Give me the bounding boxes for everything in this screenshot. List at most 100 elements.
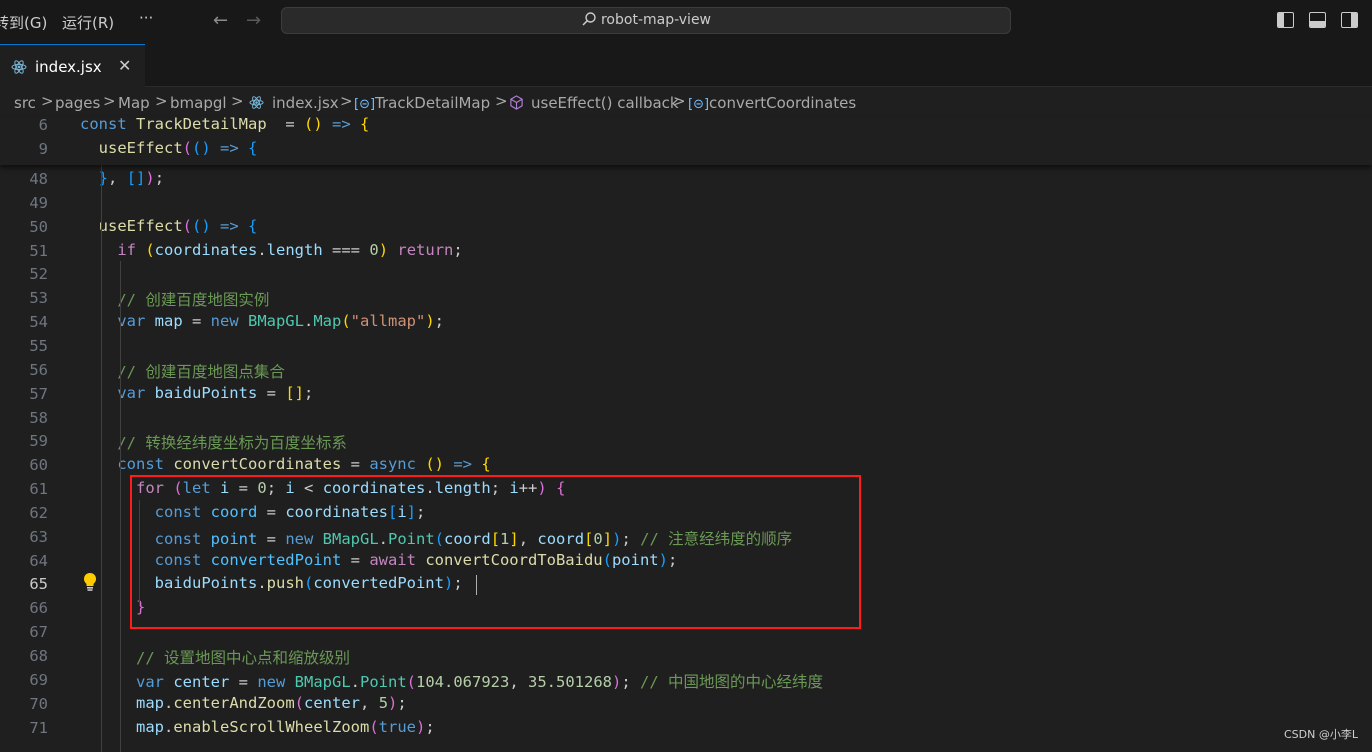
code-line[interactable]: 53 // 创建百度地图实例: [0, 287, 1372, 311]
line-number: 49: [0, 194, 48, 212]
react-file-icon: [11, 59, 27, 75]
code-text: // 创建百度地图点集合: [80, 360, 285, 382]
line-number: 6: [0, 116, 48, 134]
chevron-right-icon: >: [103, 92, 116, 110]
annotation-highlight-box: [130, 475, 861, 629]
tab-label: index.jsx: [35, 58, 102, 76]
line-number: 66: [0, 599, 48, 617]
line-number: 53: [0, 289, 48, 307]
breadcrumb-item-index-jsx[interactable]: index.jsx: [272, 94, 339, 112]
editor-tab-bar: index.jsx ✕: [0, 44, 1372, 87]
method-cube-icon: [509, 95, 524, 110]
code-text: const TrackDetailMap = () => {: [80, 115, 369, 133]
line-number: 52: [0, 265, 48, 283]
watermark: CSDN @小李L: [1284, 726, 1358, 742]
code-line[interactable]: 55: [0, 335, 1372, 359]
breadcrumb-item-trackdetailmap[interactable]: [⊝]TrackDetailMap: [354, 94, 490, 112]
line-number: 56: [0, 361, 48, 379]
line-number: 71: [0, 719, 48, 737]
chevron-right-icon: >: [41, 92, 54, 110]
code-text: useEffect(() => {: [80, 139, 257, 157]
chevron-right-icon: >: [231, 92, 244, 110]
toggle-panel-icon[interactable]: [1309, 12, 1326, 28]
code-text: var center = new BMapGL.Point(104.067923…: [80, 670, 823, 692]
arrow-left-icon[interactable]: ←: [213, 10, 228, 31]
breadcrumb: src > pages > Map > bmapgl > index.jsx >…: [0, 87, 1372, 117]
code-editor[interactable]: 6 const TrackDetailMap = () => { 9 useEffe…: [0, 117, 1372, 752]
code-text: // 创建百度地图实例: [80, 288, 269, 310]
code-line[interactable]: 57 var baiduPoints = [];: [0, 383, 1372, 407]
indent-guide: [120, 261, 121, 752]
lightbulb-icon[interactable]: [82, 572, 98, 592]
line-number: 57: [0, 385, 48, 403]
line-number: 48: [0, 170, 48, 188]
line-number: 68: [0, 647, 48, 665]
menu-go[interactable]: 转到(G): [0, 12, 47, 33]
code-line[interactable]: 68 // 设置地图中心点和缩放级别: [0, 645, 1372, 669]
code-text: }, []);: [80, 169, 164, 187]
code-line[interactable]: 49: [0, 192, 1372, 216]
toggle-secondary-sidebar-icon[interactable]: [1341, 12, 1358, 28]
line-number: 50: [0, 218, 48, 236]
line-number: 70: [0, 695, 48, 713]
chevron-right-icon: >: [495, 92, 508, 110]
code-line[interactable]: 56 // 创建百度地图点集合: [0, 359, 1372, 383]
code-text: if (coordinates.length === 0) return;: [80, 241, 463, 259]
line-number: 51: [0, 242, 48, 260]
search-icon: [581, 11, 597, 27]
react-file-icon: [249, 95, 264, 110]
line-number: 65: [0, 575, 48, 593]
code-line[interactable]: 6 const TrackDetailMap = () => {: [0, 114, 1372, 138]
breadcrumb-item-bmapgl[interactable]: bmapgl: [170, 94, 227, 112]
code-text: map.enableScrollWheelZoom(true);: [80, 718, 435, 736]
code-line[interactable]: 70 map.centerAndZoom(center, 5);: [0, 693, 1372, 717]
code-text: map.centerAndZoom(center, 5);: [80, 694, 407, 712]
line-number: 54: [0, 313, 48, 331]
line-number: 67: [0, 623, 48, 641]
line-number: 58: [0, 409, 48, 427]
close-icon[interactable]: ✕: [118, 56, 131, 75]
menu-more-button[interactable]: ···: [139, 9, 153, 27]
code-text: useEffect(() => {: [80, 217, 257, 235]
line-number: 63: [0, 528, 48, 546]
breadcrumb-item-useeffect-callback[interactable]: useEffect() callback: [531, 94, 679, 112]
code-text: var baiduPoints = [];: [80, 384, 313, 402]
sticky-scroll-header[interactable]: 6 const TrackDetailMap = () => { 9 useEffe…: [0, 117, 1372, 165]
line-number: 69: [0, 671, 48, 689]
code-line[interactable]: 54 var map = new BMapGL.Map("allmap");: [0, 311, 1372, 335]
code-line[interactable]: 52: [0, 263, 1372, 287]
breadcrumb-item-pages[interactable]: pages: [55, 94, 100, 112]
code-line[interactable]: 71 map.enableScrollWheelZoom(true);: [0, 717, 1372, 741]
line-number: 64: [0, 552, 48, 570]
tab-index-jsx[interactable]: index.jsx ✕: [0, 44, 145, 87]
title-bar: 转到(G) 运行(R) ··· ← → robot-map-view: [0, 0, 1372, 44]
code-line[interactable]: 69 var center = new BMapGL.Point(104.067…: [0, 669, 1372, 693]
chevron-right-icon: >: [673, 92, 686, 110]
indent-guide: [101, 165, 102, 752]
code-line[interactable]: 50 useEffect(() => {: [0, 216, 1372, 240]
breadcrumb-item-src[interactable]: src: [14, 94, 36, 112]
arrow-right-icon[interactable]: →: [246, 10, 261, 31]
line-number: 9: [0, 140, 48, 158]
code-text: const convertCoordinates = async () => {: [80, 455, 491, 473]
breadcrumb-item-map[interactable]: Map: [118, 94, 150, 112]
line-number: 60: [0, 456, 48, 474]
toggle-primary-sidebar-icon[interactable]: [1277, 12, 1294, 28]
variable-symbol-icon: [⊝]: [354, 97, 375, 112]
chevron-right-icon: >: [155, 92, 168, 110]
breadcrumb-item-convertcoordinates[interactable]: [⊝]convertCoordinates: [688, 94, 856, 112]
code-line[interactable]: 48 }, []);: [0, 168, 1372, 192]
code-text: var map = new BMapGL.Map("allmap");: [80, 312, 444, 330]
code-line[interactable]: 59 // 转换经纬度坐标为百度坐标系: [0, 430, 1372, 454]
code-line[interactable]: 51 if (coordinates.length === 0) return;: [0, 240, 1372, 264]
line-number: 62: [0, 504, 48, 522]
code-line[interactable]: 58: [0, 407, 1372, 431]
search-label: robot-map-view: [601, 12, 711, 28]
line-number: 59: [0, 432, 48, 450]
variable-symbol-icon: [⊝]: [688, 97, 709, 112]
command-center-search[interactable]: robot-map-view: [281, 7, 1011, 34]
line-number: 61: [0, 480, 48, 498]
code-line[interactable]: 9 useEffect(() => {: [0, 138, 1372, 162]
menu-run[interactable]: 运行(R): [62, 12, 114, 33]
chevron-right-icon: >: [340, 92, 353, 110]
